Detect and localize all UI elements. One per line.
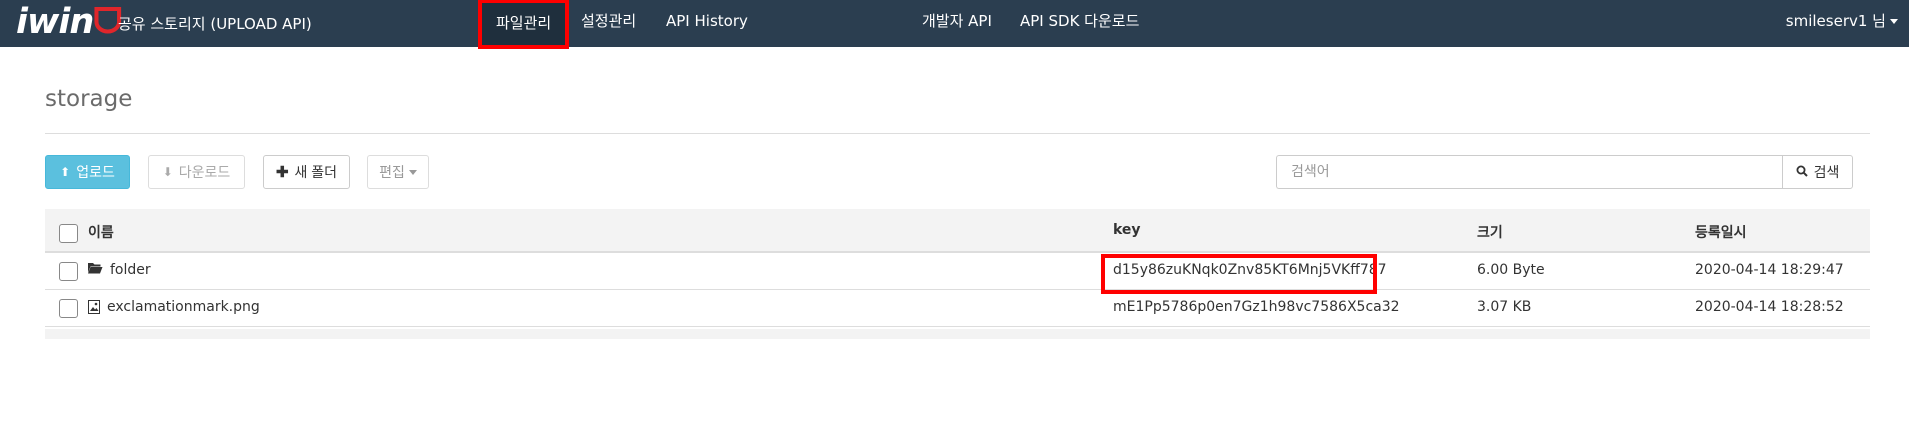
search-button[interactable]: 검색: [1782, 155, 1853, 189]
table-row[interactable]: exclamationmark.png mE1Pp5786p0en7Gz1h98…: [45, 290, 1870, 327]
row-checkbox[interactable]: [59, 262, 78, 281]
brand-logo[interactable]: iwinᗜ: [16, 2, 122, 42]
user-menu[interactable]: smileserv1 님: [1786, 0, 1898, 43]
folder-open-icon: [88, 262, 103, 278]
nav-file-management[interactable]: 파일관리: [478, 0, 570, 49]
new-folder-label: 새 폴더: [294, 164, 338, 180]
upload-button[interactable]: ⬆ 업로드: [45, 155, 130, 189]
search-icon: [1796, 165, 1808, 180]
nav-developer-api[interactable]: 개발자 API: [922, 0, 992, 43]
new-folder-button[interactable]: ✚ 새 폴더: [263, 155, 350, 189]
download-icon: ⬇: [162, 165, 173, 179]
divider: [45, 133, 1870, 134]
select-all-checkbox[interactable]: [59, 224, 78, 243]
page-title: storage: [45, 86, 133, 112]
nav-api-sdk-download[interactable]: API SDK 다운로드: [1020, 0, 1139, 43]
column-header-key: key: [1113, 222, 1141, 238]
brand-subtitle: 공유 스토리지 (UPLOAD API): [118, 15, 312, 33]
logo-text: iwin: [16, 2, 94, 42]
file-date: 2020-04-14 18:29:47: [1695, 262, 1844, 278]
table-header: 이름 key 크기 등록일시: [45, 209, 1870, 253]
caret-down-icon: [1890, 19, 1898, 24]
nav-settings[interactable]: 설정관리: [581, 0, 636, 43]
row-checkbox[interactable]: [59, 299, 78, 318]
download-label: 다운로드: [178, 164, 231, 180]
nav-api-history[interactable]: API History: [666, 0, 748, 43]
edit-label: 편집: [379, 164, 405, 180]
column-header-date: 등록일시: [1695, 225, 1747, 241]
edit-dropdown-button[interactable]: 편집: [367, 155, 429, 189]
file-size: 6.00 Byte: [1477, 262, 1545, 278]
user-name: smileserv1 님: [1785, 12, 1886, 30]
caret-down-icon: [408, 169, 417, 175]
file-name[interactable]: folder: [110, 262, 151, 278]
download-button[interactable]: ⬇ 다운로드: [148, 155, 245, 189]
file-date: 2020-04-14 18:28:52: [1695, 299, 1844, 315]
column-header-size: 크기: [1477, 225, 1503, 241]
file-size: 3.07 KB: [1477, 299, 1532, 315]
image-file-icon: [88, 300, 100, 318]
file-name[interactable]: exclamationmark.png: [107, 299, 260, 315]
upload-icon: ⬆: [60, 165, 71, 179]
table-row[interactable]: folder d15y86zuKNqk0Znv85KT6Mnj5VKff787 …: [45, 253, 1870, 290]
search-input[interactable]: [1276, 155, 1782, 189]
table-footer: [45, 329, 1870, 339]
top-navbar: iwinᗜ 공유 스토리지 (UPLOAD API) 파일관리 설정관리 API…: [0, 0, 1909, 49]
search-label: 검색: [1813, 164, 1840, 180]
plus-icon: ✚: [275, 164, 289, 181]
file-key: mE1Pp5786p0en7Gz1h98vc7586X5ca32: [1113, 299, 1400, 315]
column-header-name: 이름: [88, 225, 114, 241]
key-highlight-box: [1101, 254, 1377, 294]
upload-label: 업로드: [76, 164, 115, 180]
